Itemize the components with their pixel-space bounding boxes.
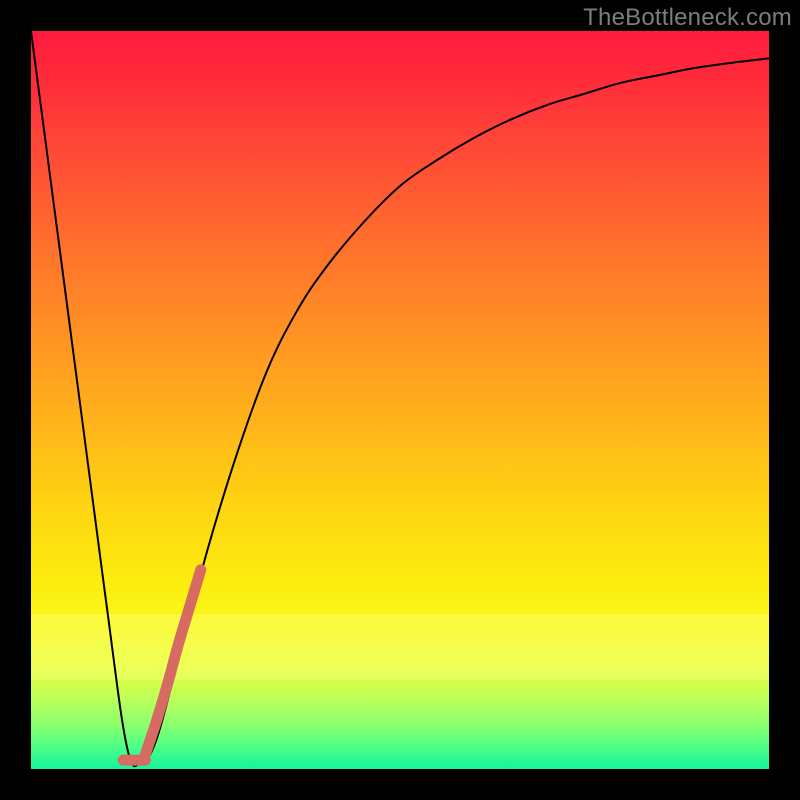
chart-frame: TheBottleneck.com (0, 0, 800, 800)
plot-area (31, 31, 769, 769)
watermark-text: TheBottleneck.com (583, 4, 792, 32)
main-curve (31, 31, 769, 766)
highlight-segment (145, 570, 200, 755)
curve-layer (31, 31, 769, 769)
